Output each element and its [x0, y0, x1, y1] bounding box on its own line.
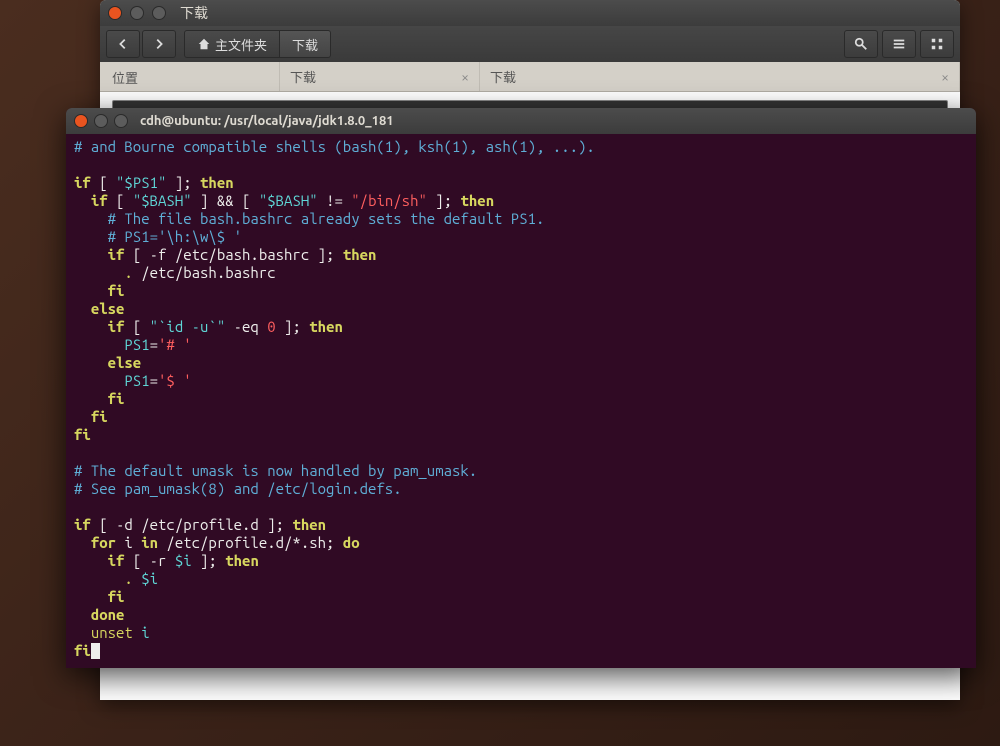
back-button[interactable] [106, 30, 140, 58]
search-button[interactable] [844, 30, 878, 58]
grid-view-button[interactable] [920, 30, 954, 58]
search-icon [854, 37, 868, 51]
window-title: 下载 [180, 3, 208, 23]
breadcrumb: 主文件夹 下载 [184, 30, 331, 58]
terminal-body[interactable]: # and Bourne compatible shells (bash(1),… [66, 134, 976, 668]
file-manager-toolbar: 主文件夹 下载 [100, 26, 960, 62]
file-manager-titlebar[interactable]: 下载 [100, 0, 960, 26]
path-home[interactable]: 主文件夹 [184, 30, 280, 58]
close-tab-icon[interactable]: × [461, 69, 469, 85]
path-current[interactable]: 下载 [280, 30, 331, 58]
forward-button[interactable] [142, 30, 176, 58]
terminal-window: cdh@ubuntu: /usr/local/java/jdk1.8.0_181… [66, 108, 976, 668]
chevron-right-icon [152, 37, 166, 51]
cursor-icon [91, 643, 100, 659]
minimize-icon[interactable] [94, 114, 108, 128]
close-icon[interactable] [74, 114, 88, 128]
close-tab-icon[interactable]: × [941, 69, 949, 85]
grid-icon [930, 37, 944, 51]
tab-downloads-1[interactable]: 下载 × [280, 62, 480, 91]
sidebar-header: 位置 [100, 62, 280, 91]
file-manager-tabbar: 位置 下载 × 下载 × [100, 62, 960, 92]
hamburger-icon [892, 37, 906, 51]
tab-downloads-2[interactable]: 下载 × [480, 62, 960, 91]
terminal-title: cdh@ubuntu: /usr/local/java/jdk1.8.0_181 [140, 114, 394, 128]
close-icon[interactable] [108, 6, 122, 20]
menu-button[interactable] [882, 30, 916, 58]
home-icon [197, 37, 211, 51]
terminal-titlebar[interactable]: cdh@ubuntu: /usr/local/java/jdk1.8.0_181 [66, 108, 976, 134]
chevron-left-icon [116, 37, 130, 51]
maximize-icon[interactable] [152, 6, 166, 20]
minimize-icon[interactable] [130, 6, 144, 20]
maximize-icon[interactable] [114, 114, 128, 128]
